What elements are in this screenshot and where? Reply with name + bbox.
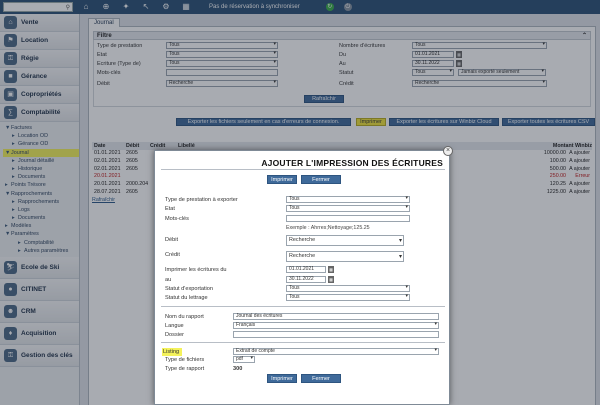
dossier-input[interactable] [233, 331, 439, 338]
langue-label: Langue [165, 323, 184, 329]
imprimer-du-label: Imprimer les écritures du [165, 267, 227, 273]
statut-exportation-select[interactable]: Tous [286, 285, 410, 292]
dialog-etat-select[interactable]: Tous [286, 205, 410, 212]
dialog-title: AJOUTER L'IMPRESSION DES ÉCRITURES [261, 158, 443, 168]
dialog-mots-cles-label: Mots-clés [165, 216, 189, 222]
imprimer-du-input[interactable]: 01.01.2021 [286, 266, 326, 273]
listing-select[interactable]: Extrait de compte [233, 348, 439, 355]
statut-lettrage-label: Statut du lettrage [165, 295, 208, 301]
imprimer-au-label: au [165, 277, 172, 283]
type-prestation-export-select[interactable]: Tous [286, 196, 410, 203]
dialog-debit-label: Débit [165, 237, 179, 243]
type-fichiers-select[interactable]: pdf [233, 356, 255, 363]
dossier-label: Dossier [165, 332, 184, 338]
mots-cles-example: Exemple : Ahrres;Nettoyage;125.25 [286, 225, 370, 231]
nom-rapport-label: Nom du rapport [165, 314, 204, 320]
type-rapport-value: 300 [233, 366, 243, 372]
type-fichiers-label: Type de fichiers [165, 357, 205, 363]
statut-exportation-label: Statut d'exportation [165, 286, 214, 292]
dialog-mots-cles-input[interactable] [286, 215, 410, 222]
type-rapport-label: Type de rapport [165, 366, 205, 372]
nom-rapport-input[interactable]: Journal des écritures [233, 313, 439, 320]
divider [161, 342, 445, 343]
calendar-icon[interactable]: ▦ [328, 276, 334, 283]
dialog-print-button-top[interactable]: Imprimer [267, 175, 297, 184]
langue-select[interactable]: Français [233, 322, 439, 329]
print-dialog: × AJOUTER L'IMPRESSION DES ÉCRITURES Imp… [154, 146, 453, 405]
dialog-debit-select[interactable]: Recherche [286, 235, 404, 246]
imprimer-au-input[interactable]: 30.11.2022 [286, 276, 326, 283]
divider [161, 169, 445, 170]
divider [161, 306, 445, 307]
dialog-print-button[interactable]: Imprimer [267, 374, 297, 383]
dialog-close-button[interactable]: Fermer [301, 374, 341, 383]
statut-lettrage-select[interactable]: Tous [286, 294, 410, 301]
calendar-icon[interactable]: ▦ [328, 266, 334, 273]
listing-label: Listing [163, 349, 180, 355]
dialog-credit-label: Crédit [165, 252, 180, 258]
dialog-credit-select[interactable]: Recherche [286, 251, 404, 262]
type-prestation-export-label: Type de prestation à exporter [165, 197, 238, 203]
dialog-etat-label: Etat [165, 206, 175, 212]
close-icon[interactable]: × [443, 146, 453, 156]
dialog-close-button-top[interactable]: Fermer [301, 175, 341, 184]
